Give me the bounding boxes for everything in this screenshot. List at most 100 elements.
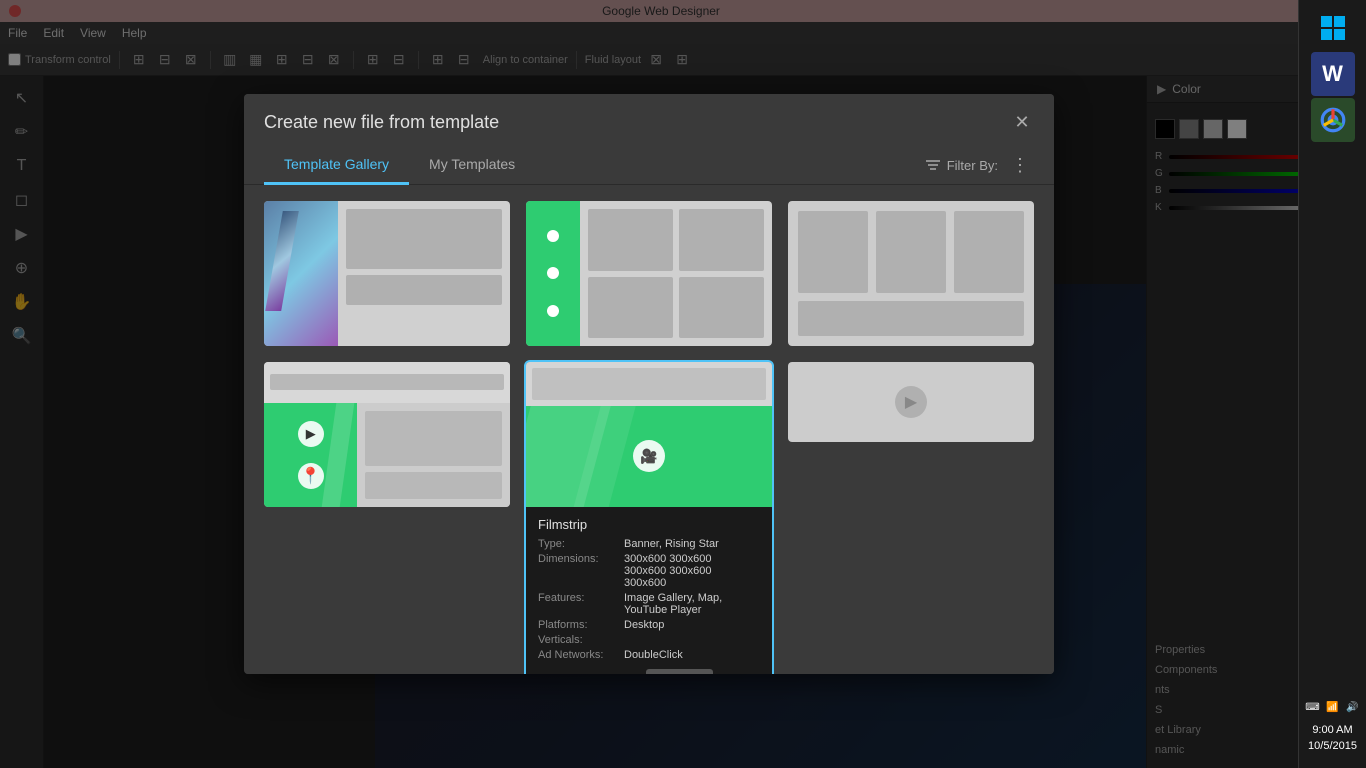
template-info-panel: Filmstrip Type: Banner, Rising Star Dime… <box>526 507 772 674</box>
info-type-value: Banner, Rising Star <box>624 538 760 550</box>
filter-label: Filter By: <box>947 158 998 173</box>
tmpl1-right-col <box>338 201 510 346</box>
tmpl4-box-main <box>365 411 502 466</box>
tmpl3-top <box>798 211 1024 293</box>
info-verticals-label: Verticals: <box>538 634 618 646</box>
info-row-verticals: Verticals: <box>538 634 760 646</box>
modal-body: ▶ 📍 <box>244 185 1054 674</box>
tmpl1-stripe <box>265 211 299 311</box>
info-actions: PREVIEW ▾ USE <box>538 669 760 674</box>
tmpl4-main: ▶ 📍 <box>264 403 510 507</box>
speaker-icon[interactable]: 🔊 <box>1345 699 1361 715</box>
tmpl2-left-col <box>526 201 580 346</box>
tmpl4-box-sub <box>365 472 502 499</box>
tmpl3-box-1 <box>798 211 868 293</box>
tmpl2-row-1 <box>588 209 764 271</box>
template-preview-3 <box>788 201 1034 346</box>
modal-title: Create new file from template <box>264 112 499 133</box>
modal-tab-filter: Filter By: ⋮ <box>925 151 1034 179</box>
template-card-5-preview: 🎥 <box>526 362 772 507</box>
info-features-label: Features: <box>538 592 618 604</box>
modal-header: Create new file from template ✕ <box>244 94 1054 146</box>
tmpl5-camera-icon: 🎥 <box>633 440 665 472</box>
tmpl2-row-2 <box>588 277 764 339</box>
tmpl4-top-bar <box>264 362 510 403</box>
template-preview-5: 🎥 <box>526 362 772 507</box>
modal-overlay: Create new file from template ✕ Template… <box>0 0 1298 768</box>
modal-close-button[interactable]: ✕ <box>1010 110 1034 134</box>
modal-tabs: Template Gallery My Templates Filter By:… <box>244 146 1054 185</box>
info-adnetworks-value: DoubleClick <box>624 649 760 661</box>
info-features-value: Image Gallery, Map, YouTube Player <box>624 592 760 616</box>
windows-taskbar: W ⌨ 📶 🔊 9:00 AM 10/5/2015 <box>1298 0 1366 768</box>
template-card-5[interactable]: 🎥 Filmstrip Type: Banner, Rising Star Di… <box>526 362 772 674</box>
word-icon-label: W <box>1322 61 1343 87</box>
keyboard-icon[interactable]: ⌨ <box>1305 699 1321 715</box>
tmpl3-box-2 <box>876 211 946 293</box>
info-panel-title: Filmstrip <box>538 517 760 532</box>
tmpl1-box-medium <box>346 275 502 305</box>
more-menu-button[interactable]: ⋮ <box>1006 151 1034 179</box>
preview-play-icon <box>546 673 562 674</box>
tmpl4-green-col: ▶ 📍 <box>264 403 357 507</box>
tmpl2-dot-1 <box>547 230 559 242</box>
template-card-3[interactable] <box>788 201 1034 346</box>
info-row-dimensions: Dimensions: 300x600 300x600 300x600 300x… <box>538 553 760 589</box>
tmpl1-left-col <box>264 201 338 346</box>
info-platforms-label: Platforms: <box>538 619 618 631</box>
info-row-type: Type: Banner, Rising Star <box>538 538 760 550</box>
signal-icon[interactable]: 📶 <box>1325 699 1341 715</box>
template-preview-2 <box>526 201 772 346</box>
filter-icon <box>925 158 941 172</box>
template-card-1[interactable] <box>264 201 510 346</box>
tmpl4-play-icon: ▶ <box>298 421 324 447</box>
info-type-label: Type: <box>538 538 618 550</box>
tab-my-templates[interactable]: My Templates <box>409 146 535 185</box>
filter-by-button[interactable]: Filter By: <box>925 158 998 173</box>
template-card-2[interactable] <box>526 201 772 346</box>
info-row-features: Features: Image Gallery, Map, YouTube Pl… <box>538 592 760 616</box>
preview-button[interactable]: PREVIEW ▾ <box>538 669 638 674</box>
tmpl5-green-area: 🎥 <box>526 406 772 508</box>
tmpl5-top-box <box>532 368 766 400</box>
tmpl2-box-2 <box>679 209 764 271</box>
tmpl2-dot-2 <box>547 267 559 279</box>
word-taskbar-icon[interactable]: W <box>1311 52 1355 96</box>
notify-icons: ⌨ 📶 🔊 <box>1305 699 1361 715</box>
taskbar-bottom-area: ⌨ 📶 🔊 9:00 AM 10/5/2015 <box>1305 699 1361 762</box>
tmpl4-stripe <box>322 403 355 507</box>
template-grid: ▶ 📍 <box>264 201 1034 674</box>
tmpl2-dot-3 <box>547 305 559 317</box>
tmpl4-right-col <box>357 403 510 507</box>
use-button[interactable]: USE <box>646 669 713 674</box>
info-platforms-value: Desktop <box>624 619 760 631</box>
info-adnetworks-label: Ad Networks: <box>538 649 618 661</box>
tmpl2-box-1 <box>588 209 673 271</box>
template-preview-1 <box>264 201 510 346</box>
tmpl3-box-3 <box>954 211 1024 293</box>
info-dimensions-value: 300x600 300x600 300x600 300x600 300x600 <box>624 553 760 589</box>
info-dimensions-label: Dimensions: <box>538 553 618 565</box>
tab-template-gallery[interactable]: Template Gallery <box>264 146 409 185</box>
tmpl2-box-4 <box>679 277 764 339</box>
tmpl1-box-large <box>346 209 502 269</box>
template-card-4[interactable]: ▶ 📍 <box>264 362 510 507</box>
tmpl2-right-col <box>580 201 772 346</box>
chrome-taskbar-icon[interactable] <box>1311 98 1355 142</box>
current-time: 9:00 AM <box>1308 723 1357 738</box>
tmpl4-location-icon: 📍 <box>298 463 324 489</box>
dim-line-1: 300x600 300x600 <box>624 553 711 565</box>
dim-line-3: 300x600 <box>624 577 666 589</box>
template-card-6[interactable]: ▶ <box>788 362 1034 442</box>
info-row-adnetworks: Ad Networks: DoubleClick <box>538 649 760 661</box>
taskbar-time-display: 9:00 AM 10/5/2015 <box>1308 723 1357 754</box>
create-template-modal: Create new file from template ✕ Template… <box>244 94 1054 674</box>
template-preview-6: ▶ <box>788 362 1034 442</box>
template-preview-4: ▶ 📍 <box>264 362 510 507</box>
info-row-platforms: Platforms: Desktop <box>538 619 760 631</box>
windows-start-button[interactable] <box>1311 6 1355 50</box>
info-verticals-value <box>624 634 760 646</box>
tmpl4-top-box <box>270 374 504 390</box>
dim-line-2: 300x600 300x600 <box>624 565 711 577</box>
tmpl2-box-3 <box>588 277 673 339</box>
